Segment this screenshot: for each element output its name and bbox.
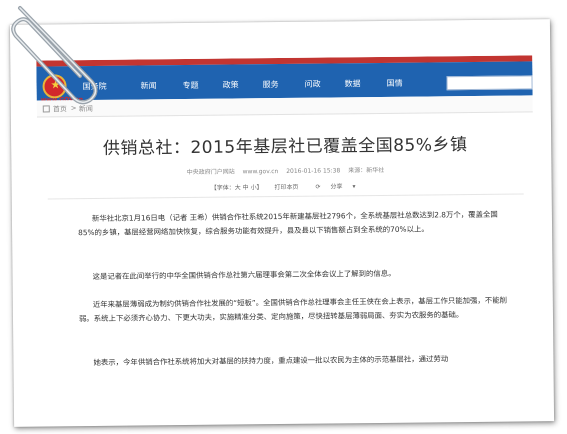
nav-item-inquiry[interactable]: 问政 bbox=[304, 79, 321, 90]
font-size-control[interactable]: 【字体：大 中 小】 bbox=[211, 184, 263, 192]
article-title: 供销总社：2015年基层社已覆盖全国85%乡镇 bbox=[102, 135, 468, 159]
nav-item-services[interactable]: 服务 bbox=[262, 79, 279, 90]
photo-frame: ★ 国务院 新闻 专题 政策 服务 问政 数据 国情 www.GOV.cn 首页… bbox=[9, 19, 555, 427]
article-source: 中央政府门户网站 bbox=[186, 168, 235, 176]
article-origin: 来源：新华社 bbox=[348, 166, 385, 175]
article-paragraph: 这是记者在此间举行的中华全国供销合作总社第六届理事会第二次全体会议上了解到的信息… bbox=[92, 268, 396, 281]
share-button[interactable]: ⟳ 分享 ▾ bbox=[310, 183, 360, 191]
article-tools: 【字体：大 中 小】 打印本页 ⟳ 分享 ▾ bbox=[38, 179, 534, 193]
breadcrumb-home[interactable]: 首页 bbox=[53, 104, 67, 114]
search-input[interactable] bbox=[446, 75, 533, 91]
article-paragraph: 新华社北京1月16日电（记者 王希）供销合作社系统2015年新建基层社2796个… bbox=[78, 209, 498, 238]
home-icon bbox=[42, 105, 50, 113]
article-datetime: 2016-01-16 15:38 bbox=[286, 167, 341, 175]
nav-item-news[interactable]: 新闻 bbox=[140, 80, 157, 91]
nav-item-data[interactable]: 数据 bbox=[344, 78, 360, 89]
chevron-down-icon: ▾ bbox=[352, 183, 356, 191]
nav-bar: ★ 国务院 新闻 专题 政策 服务 问政 数据 国情 bbox=[36, 61, 533, 101]
nav-item-national-info[interactable]: 国情 bbox=[386, 78, 402, 89]
article-url[interactable]: www.gov.cn bbox=[243, 168, 279, 175]
national-emblem-icon[interactable]: ★ bbox=[42, 74, 67, 99]
nav-item-topics[interactable]: 专题 bbox=[182, 80, 199, 91]
divider bbox=[47, 193, 524, 200]
article-meta: 中央政府门户网站 www.gov.cn 2016-01-16 15:38 来源：… bbox=[37, 163, 533, 177]
print-button[interactable]: 打印本页 bbox=[274, 184, 298, 191]
article-paragraph: 她表示，今年供销合作社系统将加大对基层的扶持力度，重点建设一批以农民为主体的示范… bbox=[93, 354, 449, 367]
share-icon: ⟳ bbox=[315, 183, 321, 191]
nav-item-state-council[interactable]: 国务院 bbox=[83, 81, 107, 92]
webpage: ★ 国务院 新闻 专题 政策 服务 问政 数据 国情 www.GOV.cn 首页… bbox=[36, 55, 537, 421]
breadcrumb-news[interactable]: 新闻 bbox=[79, 104, 93, 114]
breadcrumb-separator: > bbox=[70, 104, 77, 113]
article-paragraph: 近年来基层薄弱成为制约供销合作社发展的“短板”。全国供销合作总社理事会主任王侠在… bbox=[78, 295, 508, 324]
nav-item-policy[interactable]: 政策 bbox=[222, 79, 239, 90]
